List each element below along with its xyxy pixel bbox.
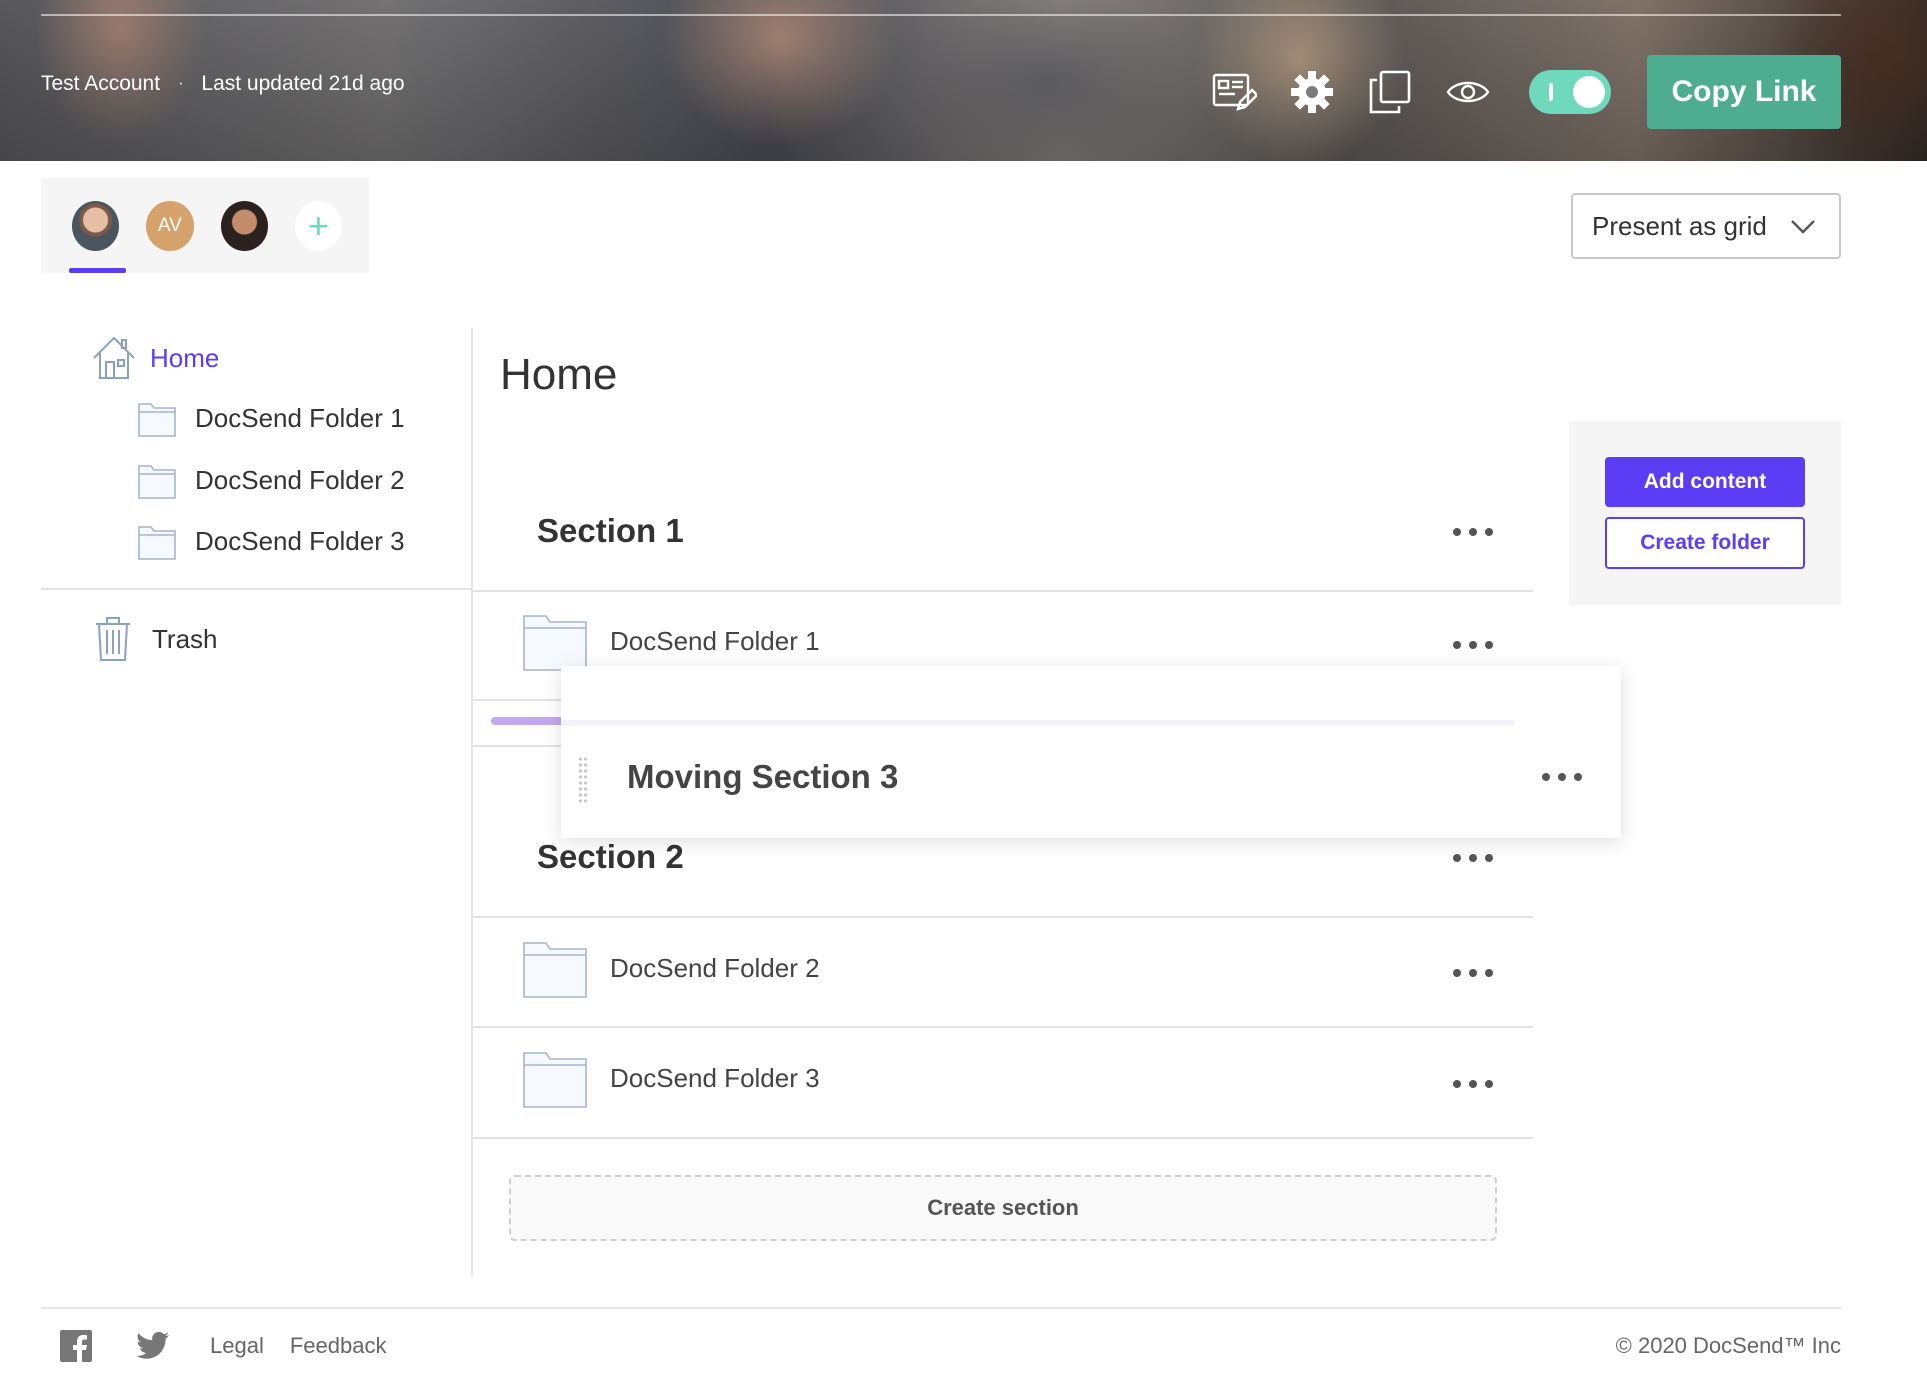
active-avatar-indicator	[69, 268, 126, 273]
footer-divider	[41, 1307, 1841, 1309]
list-item[interactable]: DocSend Folder 1	[522, 610, 820, 672]
view-mode-select[interactable]: Present as grid	[1571, 193, 1841, 259]
home-icon	[93, 336, 135, 379]
sidebar-item-folder-1[interactable]: DocSend Folder 1	[137, 398, 405, 438]
drag-handle-icon[interactable]	[578, 756, 588, 804]
copyright-text: © 2020 DocSend™ Inc	[1615, 1333, 1841, 1358]
avatar[interactable]	[220, 200, 268, 251]
twitter-icon[interactable]	[136, 1331, 170, 1361]
sidebar-item-trash[interactable]: Trash	[94, 616, 218, 662]
footer-link-legal[interactable]: Legal	[210, 1333, 264, 1359]
sidebar-item-folder-3[interactable]: DocSend Folder 3	[137, 521, 405, 561]
sidebar-item-label: DocSend Folder 3	[195, 525, 405, 556]
footer: Legal Feedback	[60, 1330, 412, 1362]
create-section-button[interactable]: Create section	[509, 1175, 1497, 1241]
section-menu-button[interactable]	[1453, 526, 1493, 538]
dragging-section-title: Moving Section 3	[627, 758, 899, 795]
create-folder-button[interactable]: Create folder	[1605, 517, 1805, 569]
folder-icon	[523, 1052, 587, 1108]
meta-separator: ·	[178, 75, 184, 92]
folder-icon	[138, 403, 176, 437]
sidebar-item-folder-2[interactable]: DocSend Folder 2	[137, 460, 405, 500]
trash-icon	[96, 617, 130, 661]
sidebar-item-home[interactable]: Home	[92, 334, 219, 382]
folder-icon	[138, 526, 176, 560]
row-divider	[473, 1026, 1533, 1028]
visibility-toggle[interactable]	[1529, 70, 1611, 114]
header-meta: Test Account · Last updated 21d ago	[41, 72, 405, 96]
copy-link-button[interactable]: Copy Link	[1647, 55, 1841, 129]
section-menu-button[interactable]	[1453, 852, 1493, 864]
chevron-down-icon	[1791, 220, 1815, 234]
sidebar-item-label: Trash	[152, 623, 218, 654]
edit-details-icon[interactable]	[1209, 67, 1259, 117]
folder-menu-button[interactable]	[1453, 1078, 1493, 1090]
dragging-section-card[interactable]: Moving Section 3	[561, 666, 1621, 838]
section-title: Section 2	[537, 838, 684, 875]
folder-name: DocSend Folder 3	[610, 1062, 820, 1093]
drag-placeholder-line	[561, 720, 1514, 726]
row-divider	[473, 1137, 1533, 1139]
sidebar-divider	[471, 328, 473, 1276]
add-collaborator-button[interactable]: +	[294, 200, 342, 251]
header-banner: Test Account · Last updated 21d ago Copy…	[0, 0, 1927, 161]
section-divider	[473, 590, 1533, 592]
folder-menu-button[interactable]	[1453, 639, 1493, 651]
folder-name: DocSend Folder 2	[610, 952, 820, 983]
add-content-button[interactable]: Add content	[1605, 457, 1805, 507]
sidebar-item-label: Home	[150, 342, 220, 373]
header-actions: Copy Link	[1209, 55, 1841, 129]
toggle-on-indicator	[1549, 83, 1553, 101]
section-divider	[473, 916, 1533, 918]
footer-link-feedback[interactable]: Feedback	[290, 1333, 387, 1359]
list-item[interactable]: DocSend Folder 2	[522, 937, 820, 999]
list-item[interactable]: DocSend Folder 3	[522, 1047, 820, 1109]
view-mode-value: Present as grid	[1592, 210, 1767, 241]
page-title: Home	[500, 350, 618, 399]
banner-divider	[41, 14, 1841, 16]
toggle-knob	[1573, 76, 1605, 108]
folder-menu-button[interactable]	[1453, 967, 1493, 979]
collaborators-bar: AV +	[41, 178, 369, 273]
section-title: Section 1	[537, 512, 684, 549]
section-menu-button[interactable]	[1542, 771, 1582, 783]
account-name: Test Account	[41, 72, 161, 95]
eye-icon[interactable]	[1443, 67, 1493, 117]
folder-icon	[138, 465, 176, 499]
folder-name: DocSend Folder 1	[610, 625, 820, 656]
duplicate-icon[interactable]	[1365, 67, 1415, 117]
sidebar-section-divider	[41, 588, 472, 590]
sidebar-item-label: DocSend Folder 2	[195, 464, 405, 495]
folder-icon	[523, 615, 587, 671]
last-updated: Last updated 21d ago	[201, 72, 405, 95]
sidebar-item-label: DocSend Folder 1	[195, 402, 405, 433]
avatar-initials[interactable]: AV	[146, 200, 194, 251]
content-actions-panel: Add content Create folder	[1569, 421, 1841, 605]
gear-icon[interactable]	[1287, 67, 1337, 117]
folder-icon	[523, 942, 587, 998]
avatar[interactable]	[72, 200, 120, 251]
facebook-icon[interactable]	[60, 1330, 92, 1362]
